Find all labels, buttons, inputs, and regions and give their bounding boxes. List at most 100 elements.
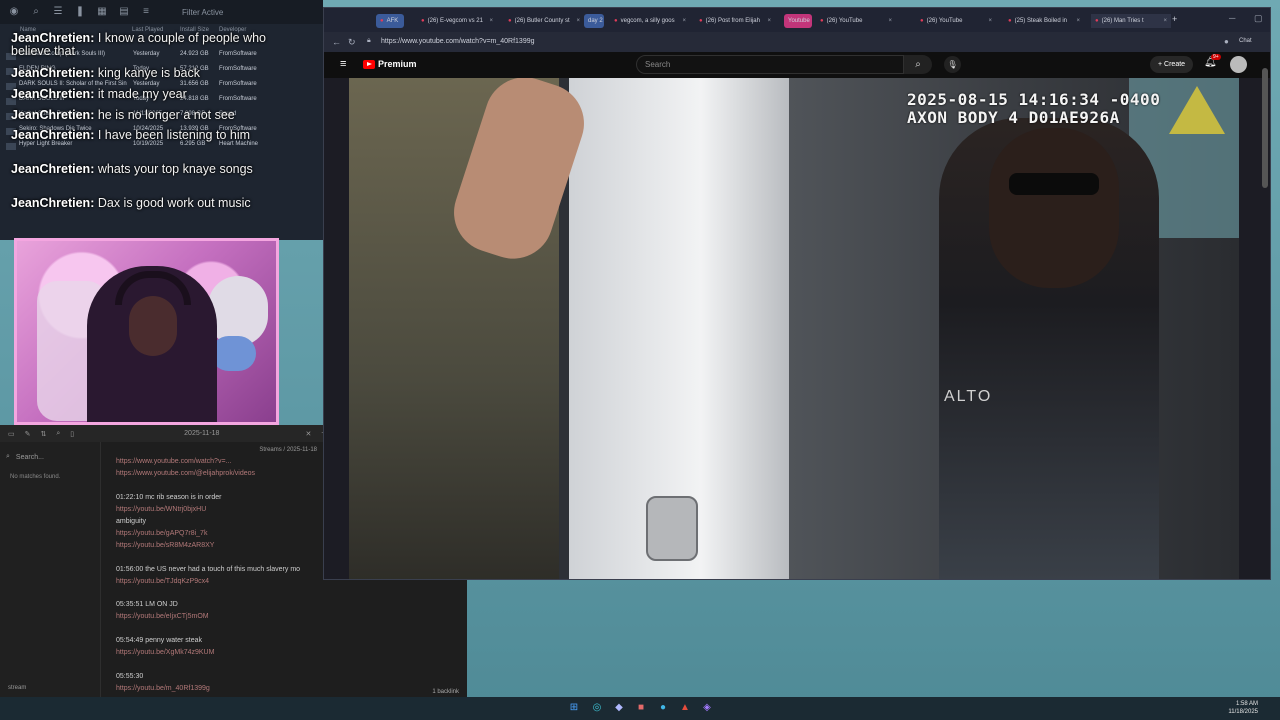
app-icon-2[interactable]: ■ <box>634 701 648 715</box>
browser-tab[interactable]: ● (25) Steak Boiled in × <box>1004 14 1084 28</box>
browser-tab[interactable]: ● (26) E-vegcom vs 21 × <box>417 14 497 28</box>
tab-title: (26) YouTube <box>826 18 863 24</box>
note-link[interactable]: https://youtu.be/TJdqKzP9cx4 <box>116 578 209 585</box>
url-field[interactable]: https://www.youtube.com/watch?v=m_40Rf13… <box>381 38 535 45</box>
menu-icon[interactable]: ☰ <box>52 6 64 18</box>
note-text: 01:22:10 mc rib season is in order <box>116 494 222 501</box>
list-icon[interactable]: ≡ <box>140 6 152 18</box>
sort-icon[interactable]: ⇅ <box>41 430 47 438</box>
app-icon[interactable]: ◆ <box>612 701 626 715</box>
scrollbar[interactable] <box>1262 68 1268 188</box>
youtube-play-icon <box>363 59 375 69</box>
bookmark-icon[interactable]: ▯ <box>70 430 74 438</box>
tab-favicon-icon: ● <box>1095 18 1099 24</box>
note-link[interactable]: https://youtu.be/eIjxCTj5mOM <box>116 613 209 620</box>
obsidian-icon[interactable]: ◈ <box>700 701 714 715</box>
note-link[interactable]: https://youtu.be/sR8M4zAR8XY <box>116 542 214 549</box>
bodycam-overlay: 2025-08-15 14:16:34 -0400 AXON BODY 4 D0… <box>907 91 1160 127</box>
note-link[interactable]: https://youtu.be/m_40Rf1399g <box>116 685 210 692</box>
microphone-icon[interactable]: 🎙︎ <box>944 56 961 73</box>
youtube-header: ≡ Premium Search ⌕ 🎙︎ + Create 🔔︎ 9+ <box>324 52 1270 78</box>
edit-icon[interactable]: ✎ <box>25 430 31 438</box>
note-text: 05:35:51 LM ON JD <box>116 601 178 608</box>
profile-icon[interactable]: ● <box>1224 37 1229 46</box>
browser-tab[interactable]: ● (26) Post from Elijah × <box>695 14 775 28</box>
browser-icon[interactable]: ● <box>656 701 670 715</box>
youtube-logo[interactable]: Premium <box>363 59 417 69</box>
close-tab-icon[interactable]: × <box>682 18 686 24</box>
chat-username: JeanChretien: <box>11 162 95 176</box>
chat-message: JeanChretien: I know a couple of people … <box>11 32 281 58</box>
no-matches-text: No matches found. <box>10 474 61 480</box>
browser-tab[interactable]: ● vegcom, a silly goos × <box>610 14 690 28</box>
note-link[interactable]: https://youtu.be/XgMk74z9KUM <box>116 649 214 656</box>
search-icon[interactable]: ⌕ <box>56 430 60 438</box>
bodycam-timestamp: 2025-08-15 14:16:34 -0400 <box>907 90 1161 109</box>
folder-icon[interactable]: ▭ <box>8 430 15 438</box>
browser-tab[interactable]: ● (26) Man Tries t × <box>1091 14 1171 28</box>
search-icon: ⌕ <box>6 453 10 460</box>
close-tab-icon[interactable]: × <box>767 18 771 24</box>
filter-active-label[interactable]: Filter Active <box>182 8 223 17</box>
search-button[interactable]: ⌕ <box>904 55 932 74</box>
browser-tab[interactable]: ● AFK <box>376 14 404 28</box>
tab-favicon-icon: ● <box>421 18 425 24</box>
maximize-icon[interactable]: ▢ <box>1254 13 1263 24</box>
tab-favicon-icon: ● <box>920 18 924 24</box>
close-tab-icon[interactable]: × <box>888 18 892 24</box>
tab-strip: day 2 Youtube ● AFK ● (26) E-vegcom vs 21 × ● (2… <box>324 8 1270 32</box>
vault-name[interactable]: stream <box>8 685 26 691</box>
app-icon-3[interactable]: ▲ <box>678 701 692 715</box>
grid-icon[interactable]: ▦ <box>96 6 108 18</box>
backlink-count[interactable]: 1 backlink <box>432 689 459 695</box>
browser-tab[interactable]: ● (26) Butler County st × <box>504 14 584 28</box>
note-tab[interactable]: 2025-11-18 <box>184 430 219 437</box>
layout-icon[interactable]: ▤ <box>118 6 130 18</box>
note-link[interactable]: https://www.youtube.com/@elijahprok/vide… <box>116 470 255 477</box>
pause-icon[interactable]: ❚ <box>74 6 86 18</box>
game-row[interactable]: Hyper Light Breaker 10/19/2025 6.295 GB Hea… <box>0 141 323 153</box>
tab-group-label[interactable]: day 2 <box>584 14 604 28</box>
tab-title: vegcom, a silly goos <box>620 18 675 24</box>
start-icon[interactable]: ⊞ <box>567 701 581 715</box>
minimize-icon[interactable]: ─ <box>1229 13 1235 23</box>
chat-message: JeanChretien: king kanye is back <box>11 67 281 80</box>
chat-text: Dax is good work out music <box>97 196 251 210</box>
close-tab-icon[interactable]: × <box>576 18 580 24</box>
video-player[interactable]: ALTO 2025-08-15 14:16:34 -0400 AXON BODY… <box>349 78 1239 579</box>
webcam-feed <box>14 238 279 425</box>
close-icon[interactable]: ✕ <box>305 430 311 438</box>
chat-message: JeanChretien: he is no longer a not see <box>11 109 281 122</box>
search-placeholder: Search... <box>15 453 44 461</box>
tab-title: (26) Post from Elijah <box>705 18 760 24</box>
steam-logo-icon[interactable]: ◉ <box>8 6 20 18</box>
browser-tab[interactable]: ● (26) YouTube × <box>816 14 896 28</box>
system-clock[interactable]: 1:58 AM 11/18/2025 <box>1228 700 1258 716</box>
new-tab-icon[interactable]: + <box>1172 14 1177 24</box>
search-icon[interactable]: ⌕ <box>30 6 42 18</box>
reload-icon[interactable]: ↻ <box>348 37 356 48</box>
note-link[interactable]: https://www.youtube.com/watch?v=... <box>116 458 231 465</box>
close-tab-icon[interactable]: × <box>1163 18 1167 24</box>
search-input[interactable]: ⌕ Search... <box>6 450 94 464</box>
close-tab-icon[interactable]: × <box>1076 18 1080 24</box>
chat-username: JeanChretien: <box>11 31 95 45</box>
account-avatar[interactable] <box>1230 56 1247 73</box>
back-icon[interactable]: ← <box>332 37 341 47</box>
create-button[interactable]: + Create <box>1150 56 1194 73</box>
edge-icon[interactable]: ◎ <box>590 701 604 715</box>
tab-group-label[interactable]: Youtube <box>784 14 812 28</box>
notes-sidebar: ⌕ Search... No matches found. stream <box>0 442 101 697</box>
chat-button[interactable]: Chat <box>1239 38 1252 44</box>
close-tab-icon[interactable]: × <box>489 18 493 24</box>
bodycam-id: AXON BODY 4 D01AE926A <box>907 108 1120 127</box>
chat-username: JeanChretien: <box>11 66 95 80</box>
browser-tab[interactable]: ● (26) YouTube × <box>916 14 996 28</box>
chat-username: JeanChretien: <box>11 128 95 142</box>
tab-title: (25) Steak Boiled in <box>1014 18 1067 24</box>
note-link[interactable]: https://youtu.be/gAPQ7r8i_7k <box>116 530 207 537</box>
note-link[interactable]: https://youtu.be/WNtrj0bjxHU <box>116 506 206 513</box>
close-tab-icon[interactable]: × <box>988 18 992 24</box>
youtube-search-input[interactable]: Search <box>636 55 904 74</box>
hamburger-menu-icon[interactable]: ≡ <box>340 58 346 70</box>
